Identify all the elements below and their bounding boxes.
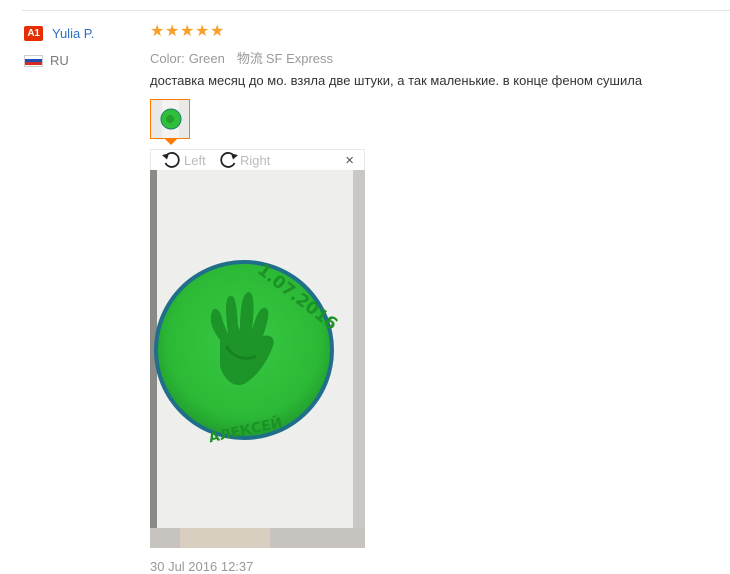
rotate-cw-icon — [220, 152, 238, 168]
color-value: Green — [188, 51, 225, 66]
thumbnail-selected-caret — [165, 139, 177, 145]
star-rating: ★ ★ ★ ★ ★ — [150, 23, 225, 40]
star-icon: ★ — [180, 23, 195, 40]
review-date: 30 Jul 2016 12:37 — [150, 559, 254, 574]
user-name-link[interactable]: Yulia P. — [52, 26, 94, 41]
rotate-ccw-icon — [162, 152, 180, 168]
photo-clay-handprint: 1.07.2016 АЛЕКСЕЙ — [150, 170, 365, 548]
rotate-right-label: Right — [240, 152, 271, 168]
shipping-label: 物流 — [236, 51, 263, 66]
user-country: RU — [24, 53, 69, 68]
flag-ru-icon — [24, 54, 43, 67]
thumbnail-image — [151, 100, 189, 138]
review-photo-large: 1.07.2016 АЛЕКСЕЙ — [150, 170, 365, 548]
image-viewer-toolbar: Left Right × — [150, 149, 365, 171]
review-text: доставка месяц до мо. взяла две штуки, а… — [150, 73, 643, 88]
close-icon[interactable]: × — [345, 151, 354, 171]
user-info: A1 Yulia P. — [24, 26, 94, 41]
shipping-value: SF Express — [265, 51, 334, 66]
rotate-right-button[interactable]: Right — [217, 150, 270, 170]
review-photo-thumbnail[interactable] — [150, 99, 190, 139]
rotate-left-button[interactable]: Left — [161, 150, 206, 170]
star-icon: ★ — [165, 23, 180, 40]
rotate-left-label: Left — [184, 152, 206, 168]
star-icon: ★ — [150, 23, 165, 40]
color-label: Color: — [150, 51, 185, 66]
purchase-attributes: Color: Green 物流 SF Express — [150, 48, 333, 67]
buyer-level-badge: A1 — [24, 26, 43, 41]
top-divider — [22, 10, 730, 11]
country-code: RU — [50, 53, 69, 68]
star-icon: ★ — [195, 23, 210, 40]
star-icon: ★ — [210, 23, 225, 40]
